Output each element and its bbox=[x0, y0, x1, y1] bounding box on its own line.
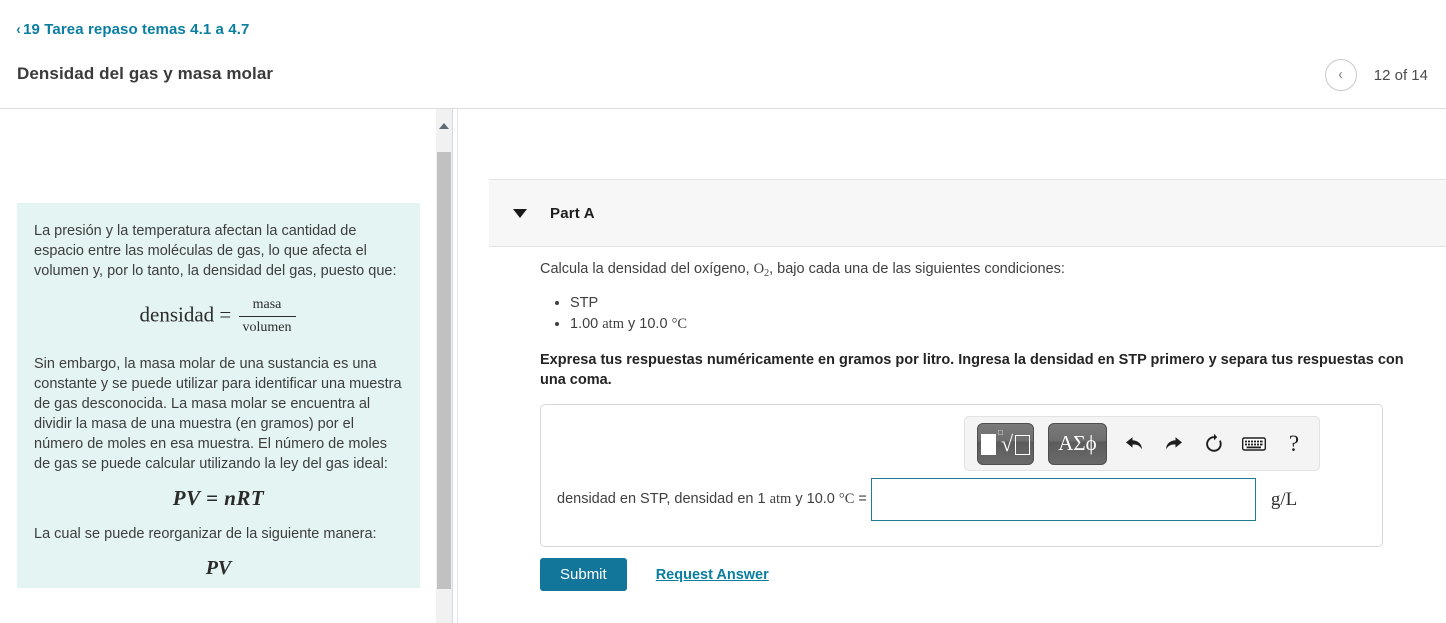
chevron-left-icon: ‹ bbox=[1338, 65, 1343, 83]
question-panel: Part A Calcula la densidad del oxígeno, … bbox=[458, 109, 1446, 623]
answer-label-temperature: °C bbox=[838, 491, 855, 507]
formula-density-fraction: masa volumen bbox=[238, 295, 296, 338]
list-item: STP bbox=[570, 293, 1410, 314]
radical-index: □ bbox=[997, 427, 1003, 437]
question-instruction: Expresa tus respuestas numéricamente en … bbox=[540, 352, 1404, 388]
question-statement: Calcula la densidad del oxígeno, O2, baj… bbox=[540, 259, 1410, 284]
page-root: ‹ 19 Tarea repaso temas 4.1 a 4.7 Densid… bbox=[0, 0, 1446, 623]
intro-paragraph-1: La presión y la temperatura afectan la c… bbox=[34, 223, 397, 279]
formula-density-numerator: masa bbox=[252, 297, 282, 312]
action-row: Submit Request Answer bbox=[540, 558, 769, 591]
formula-rearranged-partial: PV bbox=[205, 557, 232, 579]
square-root-template-icon[interactable]: □ √ bbox=[977, 422, 1034, 465]
intro-paragraph-2: Sin embargo, la masa molar de una sustan… bbox=[34, 356, 402, 472]
breadcrumb-back-link[interactable]: ‹ 19 Tarea repaso temas 4.1 a 4.7 bbox=[16, 21, 249, 38]
page-title: Densidad del gas y masa molar bbox=[17, 64, 274, 83]
scrollbar-thumb[interactable] bbox=[437, 152, 451, 589]
scroll-up-arrow-icon[interactable] bbox=[436, 109, 452, 143]
undo-arrow-icon[interactable] bbox=[1121, 431, 1147, 457]
condition-unit: atm bbox=[602, 316, 624, 332]
breadcrumb-label: 19 Tarea repaso temas 4.1 a 4.7 bbox=[23, 21, 250, 38]
answer-entry-container: □ √ ΑΣϕ ? densidad en STP, densidad en 1… bbox=[540, 404, 1383, 547]
conditions-list: STP 1.00 atm y 10.0 °C bbox=[540, 293, 1410, 335]
keyboard-svg bbox=[1242, 436, 1266, 451]
radical-glyph: □ √ bbox=[998, 428, 1013, 455]
back-chevron-icon: ‹ bbox=[16, 21, 21, 38]
intro-text-box: La presión y la temperatura afectan la c… bbox=[17, 203, 420, 588]
redo-arrow-icon[interactable] bbox=[1161, 431, 1187, 457]
formula-element: O bbox=[753, 261, 765, 277]
list-item: 1.00 atm y 10.0 °C bbox=[570, 314, 1410, 335]
condition-temperature-unit: °C bbox=[671, 316, 688, 332]
pager-count: 12 of 14 bbox=[1373, 66, 1428, 84]
answer-label-prefix: densidad en STP, densidad en 1 bbox=[557, 491, 770, 507]
intro-paragraph-3: La cual se puede reorganizar de la sigui… bbox=[34, 526, 377, 542]
math-input-toolbar: □ √ ΑΣϕ ? bbox=[964, 416, 1320, 471]
condition-value: 1.00 bbox=[570, 316, 603, 332]
greek-symbols-icon[interactable]: ΑΣϕ bbox=[1048, 422, 1107, 465]
request-answer-link[interactable]: Request Answer bbox=[656, 567, 769, 583]
answer-label-mid: y 10.0 bbox=[791, 491, 839, 507]
formula-density: densidad = masa volumen bbox=[34, 295, 403, 338]
greek-button-label: ΑΣϕ bbox=[1058, 431, 1097, 455]
caret-down-icon[interactable] bbox=[513, 208, 527, 218]
answer-label-unit: atm bbox=[769, 491, 792, 507]
undo-svg bbox=[1126, 436, 1142, 449]
question-formula-o2: O2 bbox=[753, 261, 769, 279]
part-a-header[interactable]: Part A bbox=[489, 179, 1446, 247]
keyboard-icon[interactable] bbox=[1241, 431, 1267, 457]
question-prefix: Calcula la densidad del oxígeno, bbox=[540, 261, 754, 277]
redo-svg bbox=[1166, 436, 1182, 449]
answer-input-row: densidad en STP, densidad en 1 atm y 10.… bbox=[557, 478, 1297, 521]
question-body: Calcula la densidad del oxígeno, O2, baj… bbox=[540, 259, 1410, 390]
condition-mid: y 10.0 bbox=[624, 316, 672, 332]
formula-density-denominator: volumen bbox=[238, 316, 296, 338]
reference-panel-scrollbar[interactable] bbox=[436, 109, 453, 623]
answer-label-equals: = bbox=[854, 491, 867, 507]
question-suffix: , bajo cada una de las siguientes condic… bbox=[769, 261, 1065, 277]
refresh-icon[interactable] bbox=[1201, 431, 1227, 457]
part-a-label: Part A bbox=[550, 204, 595, 222]
template-glyph: □ √ bbox=[980, 428, 1031, 455]
empty-box-glyph bbox=[1015, 434, 1031, 455]
pager-controls: ‹ 12 of 14 bbox=[1324, 59, 1428, 91]
previous-question-button[interactable]: ‹ bbox=[1324, 59, 1357, 91]
formula-ideal-gas: PV = nRT bbox=[172, 486, 265, 510]
refresh-svg bbox=[1206, 433, 1222, 452]
reference-panel: La presión y la temperatura afectan la c… bbox=[0, 109, 437, 623]
answer-unit-label: g/L bbox=[1270, 488, 1298, 510]
answer-label: densidad en STP, densidad en 1 atm y 10.… bbox=[557, 491, 867, 508]
question-mark-icon[interactable]: ? bbox=[1281, 431, 1307, 457]
answer-input[interactable] bbox=[870, 478, 1256, 521]
filled-square-glyph bbox=[980, 433, 996, 455]
submit-button[interactable]: Submit bbox=[540, 558, 627, 591]
formula-density-lhs: densidad = bbox=[139, 302, 232, 327]
